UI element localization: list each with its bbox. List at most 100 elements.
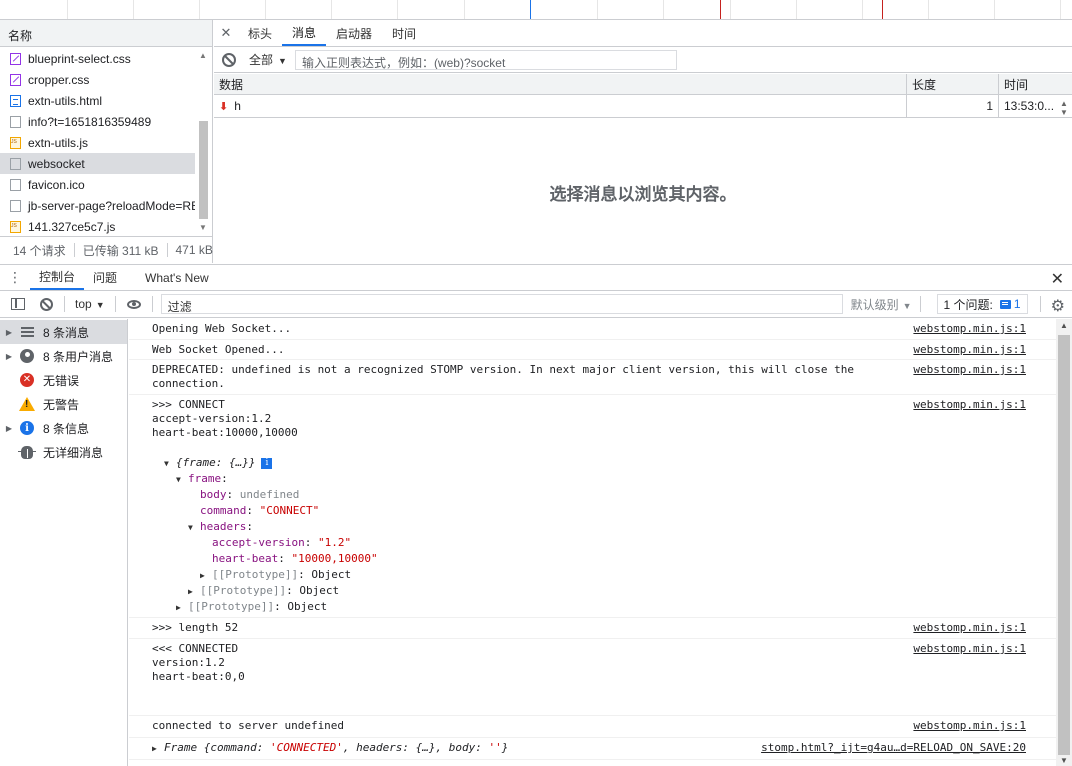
object-tree-root[interactable]: ▼ {frame: {…}} i [164,455,273,472]
length-column-header[interactable]: 长度 [907,74,999,94]
tree-node-prototype[interactable]: ▶ [[Prototype]]: Object [200,567,351,584]
request-row[interactable]: favicon.ico [0,174,195,195]
message-type-value: 全部 [249,53,274,67]
source-link[interactable]: webstomp.min.js:1 [913,621,1026,635]
tab-messages[interactable]: 消息 [282,20,327,46]
message-length-cell: 1 [907,95,999,117]
message-row[interactable]: ⬇ h 1 13:53:0... [214,95,1072,118]
settings-gear-icon[interactable]: ⚙ [1051,296,1065,316]
clear-messages-icon[interactable] [222,52,236,67]
console-filter-input[interactable]: 过滤 [160,294,843,314]
source-link[interactable]: webstomp.min.js:1 [913,642,1026,656]
property-key: body [200,488,227,501]
tree-node-headers[interactable]: ▼ headers: [188,519,253,536]
scroll-down-arrow-icon[interactable]: ▼ [199,223,207,232]
sidebar-item-user-messages[interactable]: ▶ 8 条用户消息 [0,344,127,368]
message-filter-input[interactable]: 输入正则表达式，例如：(web)?socket [294,49,677,70]
context-selector[interactable]: top ▼ [69,297,111,311]
request-row[interactable]: info?t=1651816359489 [0,111,195,132]
source-link[interactable]: webstomp.min.js:1 [913,343,1026,357]
info-icon[interactable]: i [261,457,273,469]
console-message[interactable]: connected to server undefined webstomp.m… [129,716,1056,738]
collapsed-arrow-icon[interactable]: ▶ [176,600,188,616]
console-message[interactable]: >>> length 52 webstomp.min.js:1 [129,618,1056,639]
scrollbar-thumb[interactable] [199,121,208,219]
console-scrollbar[interactable]: ▲ ▼ [1056,319,1072,766]
console-message[interactable]: ▶ Frame {command: 'CONNECTED', headers: {… [129,738,1056,760]
sidebar-item-verbose[interactable]: 无详细消息 [0,440,127,464]
collapsed-arrow-icon[interactable]: ▶ [188,584,200,600]
log-levels-dropdown[interactable]: 默认级别 ▼ [851,296,912,313]
console-message[interactable]: >>> CONNECT accept-version:1.2 heart-bea… [129,395,1056,618]
tab-console[interactable]: 控制台 [30,265,85,290]
request-row[interactable]: extn-utils.js [0,132,195,153]
request-row[interactable]: jb-server-page?reloadMode=RE [0,195,195,216]
frame-object[interactable]: ▶ Frame {command: 'CONNECTED', headers: {… [152,741,508,756]
list-icon [19,325,35,339]
expand-arrow-icon[interactable]: ▶ [0,328,16,337]
source-link[interactable]: webstomp.min.js:1 [913,322,1026,336]
sidebar-item-messages[interactable]: ▶ 8 条消息 [0,320,127,344]
tree-node-prototype[interactable]: ▶ [[Prototype]]: Object [176,599,327,616]
expanded-arrow-icon[interactable]: ▼ [188,520,200,536]
close-drawer-icon[interactable]: ✕ [1051,269,1064,289]
tab-initiator[interactable]: 启动器 [326,20,382,46]
request-row[interactable]: extn-utils.html [0,90,195,111]
console-message[interactable]: DEPRECATED: undefined is not a recognize… [129,360,1056,395]
tree-node-frame[interactable]: ▼ frame: [176,471,228,488]
more-vert-icon[interactable]: ⋮ [0,265,30,290]
request-row[interactable]: cropper.css [0,69,195,90]
chevron-down-icon: ▼ [278,56,287,66]
tree-node-prototype[interactable]: ▶ [[Prototype]]: Object [188,583,339,600]
tab-headers[interactable]: 标头 [238,20,282,46]
clear-console-button[interactable] [32,291,60,318]
console-message[interactable]: Web Socket Opened... webstomp.min.js:1 [129,340,1056,360]
message-data-cell: ⬇ h [214,95,907,117]
expanded-arrow-icon[interactable]: ▼ [164,456,176,472]
issues-label: 1 个问题: [943,297,993,312]
request-name: extn-utils.js [28,135,89,150]
scroll-up-arrow-icon[interactable]: ▲ [1060,99,1068,108]
issues-counter-button[interactable]: 1 个问题: 1 [936,294,1028,314]
scroll-down-arrow-icon[interactable]: ▼ [1060,108,1068,117]
collapsed-arrow-icon[interactable]: ▶ [200,568,212,584]
source-link[interactable]: stomp.html?_ijt=g4au…d=RELOAD_ON_SAVE:20 [761,741,1026,755]
sidebar-item-warnings[interactable]: 无警告 [0,392,127,416]
live-expression-button[interactable] [120,291,148,318]
sidebar-item-info[interactable]: ▶ i 8 条信息 [0,416,127,440]
expanded-arrow-icon[interactable]: ▼ [176,472,188,488]
expand-arrow-icon[interactable]: ▶ [0,424,16,433]
property-key: frame [188,472,222,485]
messages-scroll-arrows[interactable]: ▲ ▼ [1058,99,1070,117]
request-list-panel: 名称 blueprint-select.css cropper.css extn… [0,20,213,263]
console-message[interactable]: Opening Web Socket... webstomp.min.js:1 [129,319,1056,340]
sidebar-item-errors[interactable]: ✕ 无错误 [0,368,127,392]
data-column-header[interactable]: 数据 [214,74,907,94]
scrollbar-thumb[interactable] [1058,335,1070,755]
request-row[interactable]: 141.327ce5c7.js [0,216,195,237]
source-link[interactable]: webstomp.min.js:1 [913,719,1026,733]
source-link[interactable]: webstomp.min.js:1 [913,363,1026,377]
issues-count: 1 [1013,297,1021,311]
request-row[interactable]: blueprint-select.css [0,48,195,69]
network-timeline[interactable] [0,0,1072,20]
time-column-header[interactable]: 时间 [999,74,1072,94]
request-row-websocket[interactable]: websocket [0,153,195,174]
tab-timing[interactable]: 时间 [382,20,426,46]
console-message[interactable]: <<< CONNECTED version:1.2 heart-beat:0,0… [129,639,1056,716]
scroll-up-arrow-icon[interactable]: ▲ [199,51,207,60]
received-arrow-icon: ⬇ [219,100,229,113]
timeline-load-marker [882,0,883,19]
tab-issues[interactable]: 问题 [84,265,126,290]
name-column-header[interactable]: 名称 [0,20,212,47]
scroll-up-arrow-icon[interactable]: ▲ [1060,321,1068,330]
message-type-dropdown[interactable]: 全部 ▼ [249,51,287,68]
source-link[interactable]: webstomp.min.js:1 [913,398,1026,412]
expand-arrow-icon[interactable]: ▶ [0,352,16,361]
toggle-sidebar-button[interactable] [4,291,32,318]
collapsed-arrow-icon[interactable]: ▶ [152,742,164,756]
scroll-down-arrow-icon[interactable]: ▼ [1060,756,1068,765]
close-icon[interactable]: ✕ [214,20,238,46]
request-list-scrollbar[interactable]: ▲ ▼ [197,51,209,236]
tab-whats-new[interactable]: What's New [136,265,218,290]
